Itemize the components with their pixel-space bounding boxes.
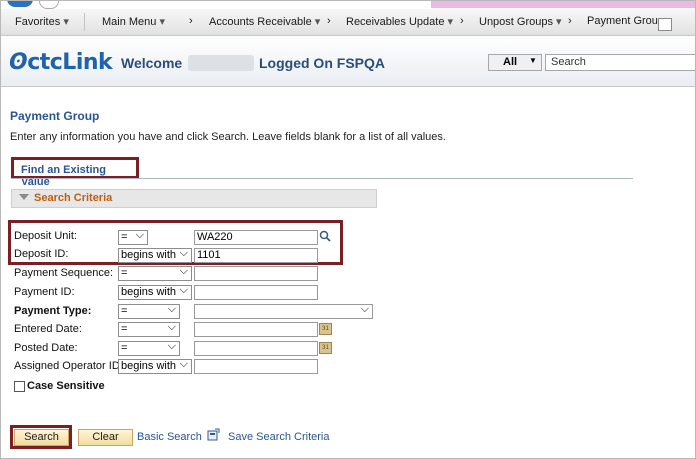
chevron-down-icon: ▾ xyxy=(556,16,562,28)
entered-date-operator[interactable]: = ⌵ xyxy=(118,321,180,337)
posted-date-input[interactable] xyxy=(194,341,318,356)
nav-receivables-update[interactable]: Receivables Update ▾ xyxy=(346,15,453,28)
assigned-operator-input[interactable] xyxy=(194,359,318,374)
deposit-unit-label: Deposit Unit: xyxy=(14,230,77,242)
ctclink-logo: ʘctcLink xyxy=(9,50,113,75)
deposit-id-operator[interactable]: begins with ⌵ xyxy=(118,247,192,263)
search-scope-select[interactable]: All ▼ xyxy=(488,54,542,71)
nav-main-menu[interactable]: Main Menu ▾ xyxy=(102,15,165,28)
navigation-bar: Favorites ▾ Main Menu ▾ › Accounts Recei… xyxy=(1,9,695,36)
tab-find-existing-value[interactable]: Find an Existing Value xyxy=(11,157,139,188)
tab-underline xyxy=(11,178,633,179)
collapse-triangle-icon xyxy=(19,194,29,200)
payment-sequence-input[interactable] xyxy=(194,266,318,281)
chevron-down-icon: ▾ xyxy=(63,16,69,28)
payment-id-operator[interactable]: begins with ⌵ xyxy=(118,284,192,300)
chevron-down-icon: ▾ xyxy=(447,16,454,28)
breadcrumb-separator-icon: › xyxy=(568,15,572,27)
chevron-down-icon: ⌵ xyxy=(179,358,188,370)
nav-payment-group[interactable]: Payment Group xyxy=(587,15,664,27)
deposit-unit-operator[interactable]: = ⌵ xyxy=(118,229,148,245)
payment-id-label: Payment ID: xyxy=(14,286,75,298)
breadcrumb-separator-icon: › xyxy=(460,15,464,27)
payment-type-operator[interactable]: = ⌵ xyxy=(118,303,180,319)
dropdown-arrow-icon: ▼ xyxy=(529,56,537,65)
clear-button[interactable]: Clear xyxy=(78,429,133,446)
search-button[interactable]: Search xyxy=(14,429,69,446)
chevron-down-icon: ▾ xyxy=(159,16,166,28)
posted-date-label: Posted Date: xyxy=(14,342,78,354)
nav-accounts-receivable[interactable]: Accounts Receivable ▾ xyxy=(209,15,320,28)
lookup-search-icon[interactable] xyxy=(319,230,331,242)
deposit-id-input[interactable]: 1101 xyxy=(194,248,318,263)
top-strip xyxy=(1,1,695,9)
nav-unpost-groups[interactable]: Unpost Groups ▾ xyxy=(479,15,562,28)
chevron-down-icon: ⌵ xyxy=(167,303,176,315)
payment-type-select[interactable]: ⌵ xyxy=(194,303,373,319)
search-criteria-header[interactable]: Search Criteria xyxy=(11,189,377,208)
home-tab[interactable] xyxy=(7,1,33,7)
save-search-icon[interactable] xyxy=(207,428,220,441)
chevron-down-icon: ⌵ xyxy=(179,265,188,277)
calendar-icon[interactable]: 31 xyxy=(319,323,332,335)
chevron-down-icon: ⌵ xyxy=(179,247,188,259)
assigned-operator-label: Assigned Operator ID: xyxy=(14,360,123,372)
assigned-operator-operator[interactable]: begins with ⌵ xyxy=(118,358,192,374)
nav-favorites[interactable]: Favorites ▾ xyxy=(15,15,69,28)
save-search-criteria-link[interactable]: Save Search Criteria xyxy=(228,431,330,443)
chevron-down-icon: ⌵ xyxy=(167,340,176,352)
nav-divider xyxy=(84,13,85,31)
deposit-unit-input[interactable]: WA220 xyxy=(194,230,318,245)
global-search-input[interactable]: Search xyxy=(545,54,695,71)
entered-date-input[interactable] xyxy=(194,322,318,337)
chevron-down-icon: ⌵ xyxy=(167,321,176,333)
chevron-down-icon: ⌵ xyxy=(179,284,188,296)
nav-search-icon[interactable] xyxy=(658,18,672,31)
chevron-down-icon: ▾ xyxy=(314,16,321,28)
instructions-text: Enter any information you have and click… xyxy=(10,131,446,143)
posted-date-operator[interactable]: = ⌵ xyxy=(118,340,180,356)
chevron-down-icon: ⌵ xyxy=(360,303,369,315)
case-sensitive-checkbox[interactable] xyxy=(14,381,25,392)
app-header: ʘctcLink Welcome Logged On FSPQA All ▼ S… xyxy=(1,36,695,87)
payment-type-label: Payment Type: xyxy=(14,305,92,317)
payment-sequence-label: Payment Sequence: xyxy=(14,267,114,279)
payment-id-input[interactable] xyxy=(194,285,318,300)
breadcrumb-separator-icon: › xyxy=(327,15,331,27)
browser-frame: Favorites ▾ Main Menu ▾ › Accounts Recei… xyxy=(0,0,696,459)
welcome-text: Welcome xyxy=(121,55,183,71)
redacted-username xyxy=(188,55,254,71)
case-sensitive-label: Case Sensitive xyxy=(27,380,105,392)
header-accent-strip xyxy=(431,1,695,8)
calendar-icon[interactable]: 31 xyxy=(319,342,332,354)
basic-search-link[interactable]: Basic Search xyxy=(137,431,202,443)
chevron-down-icon: ⌵ xyxy=(135,229,144,241)
breadcrumb-separator-icon: › xyxy=(189,15,193,27)
search-criteria-title: Search Criteria xyxy=(34,192,113,204)
deposit-id-label: Deposit ID: xyxy=(14,248,69,260)
secondary-tab[interactable] xyxy=(39,1,59,9)
payment-sequence-operator[interactable]: = ⌵ xyxy=(118,265,192,281)
page-title: Payment Group xyxy=(10,109,100,123)
entered-date-label: Entered Date: xyxy=(14,323,82,335)
logged-on-text: Logged On FSPQA xyxy=(259,55,385,71)
